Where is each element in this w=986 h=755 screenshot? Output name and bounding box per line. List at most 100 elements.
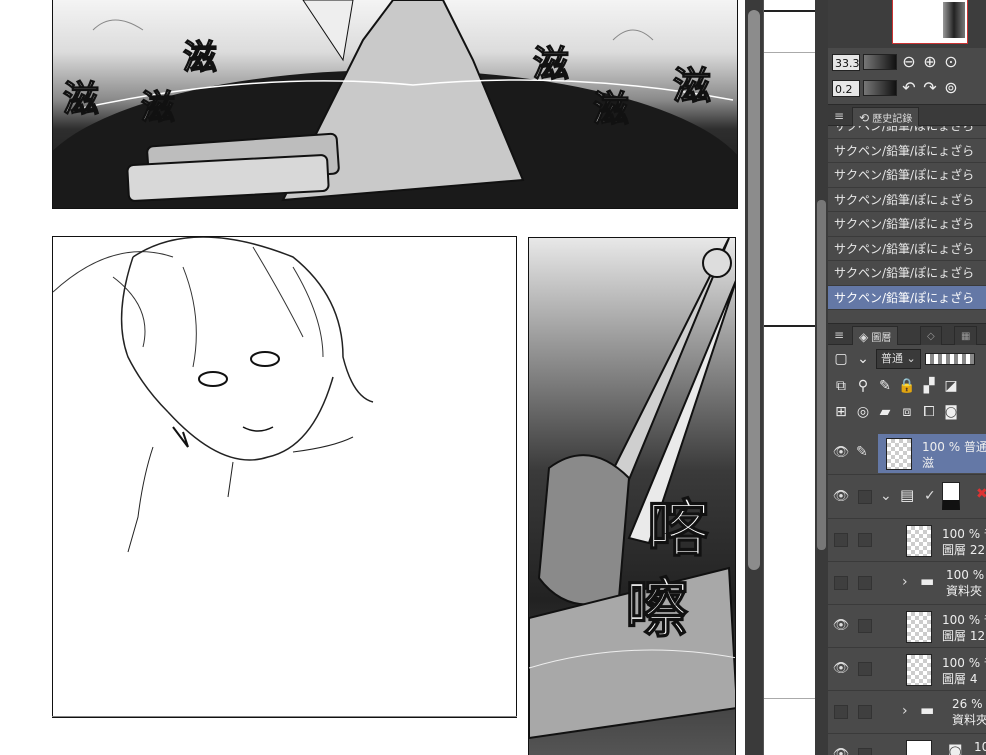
merge-down-icon[interactable]: ⧈ — [898, 403, 916, 421]
lock-icon[interactable]: 🔒 — [898, 377, 916, 395]
mask-icon[interactable]: ◪ — [942, 377, 960, 395]
copy-layer-icon[interactable]: ⧠ — [920, 403, 938, 421]
panel-menu-icon[interactable]: ≡ — [834, 328, 844, 342]
tab-layers[interactable]: ◈ 圖層 — [852, 326, 899, 346]
new-folder-icon[interactable]: ▰ — [876, 403, 894, 421]
layer-label: 100 % 普圖層 22 — [942, 527, 986, 557]
layer-mask-icon[interactable]: ◙ — [942, 403, 960, 421]
character-sketch — [53, 237, 374, 553]
layer-info[interactable]: 100 % 普圖層 22 — [878, 521, 986, 560]
eye-icon[interactable]: 👁 — [832, 489, 850, 505]
layer-row[interactable]: 👁 ✎ 100 % 普通滋 — [828, 432, 986, 475]
layer-tabbar: ≡ ◈ 圖層 ◇ ▦ — [828, 323, 986, 346]
tab-layer-property[interactable]: ◇ — [920, 326, 942, 346]
chevron-right-icon[interactable]: › — [902, 703, 908, 719]
history-tabbar: ≡ ⟲ 歷史記錄 — [828, 104, 986, 127]
eye-icon[interactable]: 👁 — [832, 661, 850, 677]
navigator-preview[interactable] — [828, 0, 986, 48]
history-item[interactable]: サクペン/鉛筆/ぽにょざら — [828, 261, 986, 286]
layer-list[interactable]: 👁 ✎ 100 % 普通滋 👁 ⌄ ▤ ✓ ✖ 100 % 普圖層 22 — [828, 430, 986, 755]
layer-check[interactable] — [858, 533, 872, 547]
layer-row[interactable]: 👁 100 % 普圖層 4 — [828, 648, 986, 691]
history-list[interactable]: サクペン/鉛筆/ぽにょざら サクペン/鉛筆/ぽにょざら サクペン/鉛筆/ぽにょざ… — [828, 126, 986, 322]
layer-info[interactable]: 100 % 普通滋 — [878, 434, 986, 473]
blend-mode-select[interactable]: 普通 ⌄ — [876, 349, 921, 369]
manga-panel-character-sketch — [52, 236, 517, 718]
rotate-right-icon[interactable]: ↷ — [921, 79, 939, 97]
layers-icon: ◈ — [859, 330, 869, 344]
panel-menu-icon[interactable]: ≡ — [834, 109, 844, 123]
right-side-panels: 33.3 ⊖ ⊕ ⊙ 0.2 ↶ ↷ ⊚ ≡ ⟲ 歷史記錄 サクペン/鉛筆/ぽに… — [828, 0, 986, 755]
layer-row[interactable]: › ▬ 26 % 資料夾 — [828, 691, 986, 734]
page-frame-line — [764, 698, 816, 699]
rotate-left-icon[interactable]: ↶ — [900, 79, 918, 97]
layer-check[interactable] — [858, 748, 872, 755]
layer-label: 100 % 普通滋 — [922, 440, 986, 470]
layer-check[interactable] — [834, 705, 848, 719]
opacity-slider[interactable] — [924, 353, 975, 365]
scrollbar-thumb[interactable] — [748, 10, 760, 570]
sfx-sizzle: 滋 — [62, 77, 99, 120]
zoom-out-icon[interactable]: ⊖ — [900, 53, 918, 71]
layer-color-icon[interactable]: ▢ — [832, 350, 850, 368]
tab-history[interactable]: ⟲ 歷史記錄 — [852, 107, 920, 127]
panel-splitter-scrollbar[interactable] — [815, 0, 828, 755]
history-item[interactable]: サクペン/鉛筆/ぽにょざら — [828, 139, 986, 163]
splitter-thumb[interactable] — [817, 200, 826, 550]
new-vector-layer-icon[interactable]: ◎ — [854, 403, 872, 421]
history-item[interactable]: サクペン/鉛筆/ぽにょざら — [828, 126, 986, 139]
layer-thumbnail — [906, 525, 932, 557]
layer-row[interactable]: 100 % 普圖層 22 — [828, 519, 986, 562]
lock-transparency-icon[interactable]: ▞ — [920, 377, 938, 395]
rotate-value-field[interactable]: 0.2 — [832, 79, 860, 97]
chevron-down-icon[interactable]: ⌄ — [880, 488, 892, 504]
layer-label: 100 % 普圖層 12 — [942, 613, 986, 643]
new-raster-layer-icon[interactable]: ⊞ — [832, 403, 850, 421]
eye-icon[interactable]: 👁 — [832, 618, 850, 634]
sfx-snip: 嚓 — [624, 571, 689, 647]
layer-check[interactable] — [858, 705, 872, 719]
layer-row[interactable]: 👁 100 % 普圖層 12 — [828, 605, 986, 648]
chevron-right-icon[interactable]: › — [902, 574, 908, 590]
page-frame-line — [764, 52, 816, 53]
history-item-selected[interactable]: サクペン/鉛筆/ぽにょざら — [828, 285, 986, 310]
navigator-thumbnail[interactable] — [892, 0, 968, 44]
layer-check[interactable] — [858, 619, 872, 633]
layer-info[interactable]: 100 % 普圖層 4 — [878, 650, 986, 689]
layer-row[interactable]: 👁 ◙ 10 — [828, 734, 986, 755]
rotate-slider[interactable] — [863, 80, 897, 96]
eye-icon[interactable]: 👁 — [832, 747, 850, 755]
layer-check[interactable] — [858, 662, 872, 676]
tab-material[interactable]: ▦ — [954, 326, 978, 346]
layer-check[interactable] — [834, 533, 848, 547]
reference-layer-icon[interactable]: ⚲ — [854, 377, 872, 395]
chevron-down-icon[interactable]: ⌄ — [854, 350, 872, 368]
canvas-vertical-scrollbar[interactable] — [745, 0, 763, 755]
history-item[interactable]: サクペン/鉛筆/ぽにょざら — [828, 237, 986, 261]
folder-icon: ▬ — [920, 572, 935, 590]
layer-check[interactable] — [858, 490, 872, 504]
layer-thumbnail — [906, 611, 932, 643]
drawing-canvas[interactable]: 滋 滋 滋 滋 滋 滋 喀 嚓 — [0, 0, 745, 755]
fit-icon[interactable]: ⊙ — [942, 53, 960, 71]
page-overview-strip[interactable] — [763, 0, 816, 755]
draft-layer-icon[interactable]: ✎ — [876, 377, 894, 395]
reset-rotation-icon[interactable]: ⊚ — [942, 79, 960, 97]
rotate-controls: 0.2 ↶ ↷ ⊚ — [832, 78, 960, 98]
layer-row[interactable]: › ▬ 100 % 資料夾 — [828, 562, 986, 605]
history-item[interactable]: サクペン/鉛筆/ぽにょざら — [828, 212, 986, 237]
sfx-sizzle: 滋 — [140, 87, 175, 128]
clip-layer-icon[interactable]: ⧉ — [832, 377, 850, 395]
eye-icon[interactable]: 👁 — [832, 445, 850, 461]
history-item[interactable]: サクペン/鉛筆/ぽにょざら — [828, 188, 986, 212]
layer-row[interactable]: 👁 ⌄ ▤ ✓ ✖ — [828, 476, 986, 519]
layer-info[interactable]: 100 % 普圖層 12 — [878, 607, 986, 646]
layer-check[interactable] — [834, 576, 848, 590]
history-item[interactable]: サクペン/鉛筆/ぽにょざら — [828, 163, 986, 188]
vector-layer-icon: ◙ — [948, 742, 963, 755]
zoom-slider[interactable] — [863, 54, 897, 70]
zoom-value-field[interactable]: 33.3 — [832, 53, 860, 71]
layer-toolbar: ▢ ⌄ 普通 ⌄ ⧉ ⚲ ✎ 🔒 ▞ ◪ ⊞ ◎ ▰ ⧈ ⧠ ◙ — [828, 345, 986, 430]
layer-check[interactable] — [858, 576, 872, 590]
zoom-in-icon[interactable]: ⊕ — [921, 53, 939, 71]
